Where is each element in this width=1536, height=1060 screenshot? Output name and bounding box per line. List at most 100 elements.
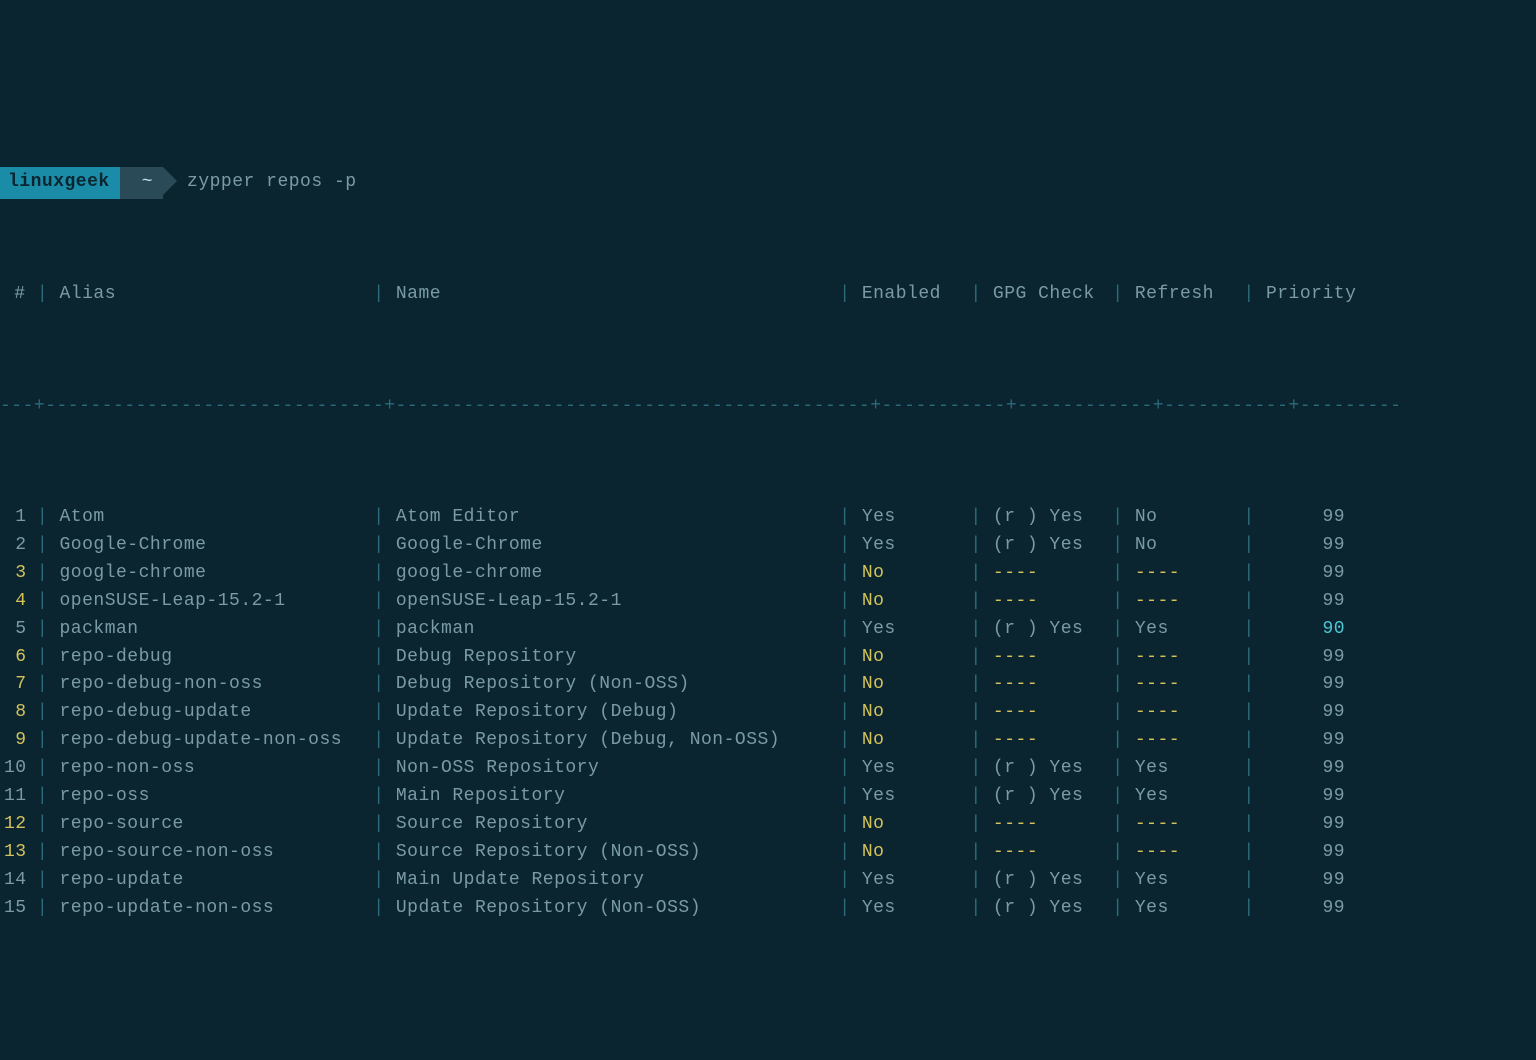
cell-refresh: ----: [1135, 811, 1232, 839]
cell-priority: 99: [1266, 671, 1352, 699]
cell-enabled: Yes: [862, 532, 959, 560]
table-body: 1 | Atom | Atom Editor | Yes | (r ) Yes …: [0, 504, 1536, 922]
table-row: 4 | openSUSE-Leap-15.2-1 | openSUSE-Leap…: [0, 588, 1536, 616]
cell-name: Debug Repository (Non-OSS): [396, 671, 828, 699]
cell-num: 2: [4, 532, 26, 560]
col-header-name: Name: [396, 281, 828, 309]
cell-gpg: (r ) Yes: [993, 895, 1101, 923]
table-row: 12 | repo-source | Source Repository | N…: [0, 811, 1536, 839]
cell-num: 14: [4, 867, 26, 895]
cell-priority: 99: [1266, 727, 1352, 755]
cell-gpg: (r ) Yes: [993, 532, 1101, 560]
cell-enabled: No: [862, 839, 959, 867]
table-row: 3 | google-chrome | google-chrome | No |…: [0, 560, 1536, 588]
cell-gpg: ----: [993, 560, 1101, 588]
table-row: 2 | Google-Chrome | Google-Chrome | Yes …: [0, 532, 1536, 560]
cell-alias: Google-Chrome: [60, 532, 362, 560]
cell-enabled: No: [862, 811, 959, 839]
cell-enabled: Yes: [862, 504, 959, 532]
cell-alias: repo-update: [60, 867, 362, 895]
cell-name: Update Repository (Non-OSS): [396, 895, 828, 923]
prompt-host: linuxgeek: [0, 167, 120, 199]
prompt-path: ~: [120, 167, 163, 199]
cell-gpg: ----: [993, 644, 1101, 672]
cell-refresh: ----: [1135, 727, 1232, 755]
cell-alias: repo-debug-update-non-oss: [60, 727, 362, 755]
table-row: 1 | Atom | Atom Editor | Yes | (r ) Yes …: [0, 504, 1536, 532]
cell-refresh: No: [1135, 532, 1232, 560]
cell-priority: 99: [1266, 867, 1352, 895]
cell-gpg: ----: [993, 699, 1101, 727]
cell-enabled: No: [862, 588, 959, 616]
cell-name: Google-Chrome: [396, 532, 828, 560]
cell-refresh: Yes: [1135, 895, 1232, 923]
cell-name: Non-OSS Repository: [396, 755, 828, 783]
cell-gpg: ----: [993, 839, 1101, 867]
cell-refresh: ----: [1135, 588, 1232, 616]
cell-name: Update Repository (Debug): [396, 699, 828, 727]
table-row: 8 | repo-debug-update | Update Repositor…: [0, 699, 1536, 727]
table-row: 15 | repo-update-non-oss | Update Reposi…: [0, 895, 1536, 923]
table-row: 11 | repo-oss | Main Repository | Yes | …: [0, 783, 1536, 811]
cell-num: 9: [4, 727, 26, 755]
cell-num: 15: [4, 895, 26, 923]
cell-enabled: Yes: [862, 755, 959, 783]
cell-alias: packman: [60, 616, 362, 644]
terminal-window[interactable]: linuxgeek ~ zypper repos -p # | Alias | …: [0, 112, 1536, 951]
cell-name: Source Repository (Non-OSS): [396, 839, 828, 867]
table-row: 14 | repo-update | Main Update Repositor…: [0, 867, 1536, 895]
cell-alias: repo-debug-update: [60, 699, 362, 727]
cell-num: 12: [4, 811, 26, 839]
col-header-gpg: GPG Check: [993, 281, 1101, 309]
cell-refresh: Yes: [1135, 616, 1232, 644]
col-header-priority: Priority: [1266, 281, 1352, 309]
cell-priority: 99: [1266, 644, 1352, 672]
cell-alias: openSUSE-Leap-15.2-1: [60, 588, 362, 616]
cell-refresh: Yes: [1135, 867, 1232, 895]
cell-name: google-chrome: [396, 560, 828, 588]
cell-priority: 99: [1266, 755, 1352, 783]
cell-refresh: ----: [1135, 644, 1232, 672]
cell-name: Main Repository: [396, 783, 828, 811]
table-row: 9 | repo-debug-update-non-oss | Update R…: [0, 727, 1536, 755]
cell-refresh: Yes: [1135, 783, 1232, 811]
table-divider: ---+------------------------------+-----…: [0, 393, 1536, 421]
prompt-line: linuxgeek ~ zypper repos -p: [0, 169, 1536, 197]
cell-gpg: ----: [993, 588, 1101, 616]
table-row: 10 | repo-non-oss | Non-OSS Repository |…: [0, 755, 1536, 783]
cell-gpg: (r ) Yes: [993, 755, 1101, 783]
table-header-row: # | Alias | Name | Enabled | GPG Check |…: [0, 281, 1536, 309]
cell-priority: 99: [1266, 532, 1352, 560]
cell-alias: Atom: [60, 504, 362, 532]
cell-alias: repo-update-non-oss: [60, 895, 362, 923]
cell-refresh: ----: [1135, 560, 1232, 588]
col-header-refresh: Refresh: [1135, 281, 1232, 309]
cell-refresh: ----: [1135, 839, 1232, 867]
prompt-command[interactable]: zypper repos -p: [163, 169, 357, 197]
cell-priority: 99: [1266, 895, 1352, 923]
cell-alias: repo-debug: [60, 644, 362, 672]
cell-gpg: ----: [993, 671, 1101, 699]
cell-num: 5: [4, 616, 26, 644]
cell-refresh: No: [1135, 504, 1232, 532]
cell-num: 1: [4, 504, 26, 532]
cell-name: Debug Repository: [396, 644, 828, 672]
col-header-alias: Alias: [60, 281, 362, 309]
cell-enabled: No: [862, 644, 959, 672]
cell-priority: 99: [1266, 699, 1352, 727]
cell-gpg: ----: [993, 811, 1101, 839]
cell-name: openSUSE-Leap-15.2-1: [396, 588, 828, 616]
cell-gpg: (r ) Yes: [993, 504, 1101, 532]
col-header-num: #: [4, 281, 26, 309]
cell-priority: 90: [1266, 616, 1352, 644]
cell-enabled: No: [862, 727, 959, 755]
cell-num: 6: [4, 644, 26, 672]
cell-gpg: (r ) Yes: [993, 616, 1101, 644]
cell-alias: repo-oss: [60, 783, 362, 811]
cell-name: packman: [396, 616, 828, 644]
cell-alias: repo-source: [60, 811, 362, 839]
cell-name: Atom Editor: [396, 504, 828, 532]
cell-alias: repo-source-non-oss: [60, 839, 362, 867]
cell-gpg: (r ) Yes: [993, 783, 1101, 811]
cell-alias: google-chrome: [60, 560, 362, 588]
